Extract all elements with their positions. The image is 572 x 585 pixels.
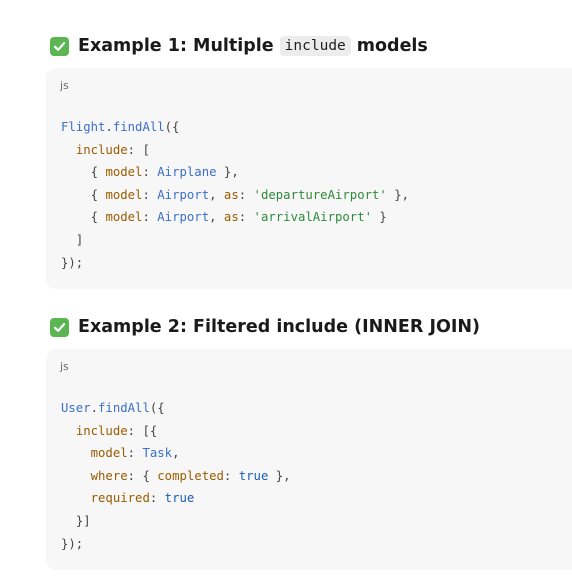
example-1-heading: Example 1: Multiple include models: [46, 32, 572, 60]
code-block[interactable]: js Flight.findAll({ include: [ { model: …: [46, 68, 572, 289]
code-block[interactable]: js User.findAll({ include: [{ model: Tas…: [46, 349, 572, 570]
code-language-label: js: [60, 79, 69, 92]
example-2-section: Example 2: Filtered include (INNER JOIN): [46, 313, 572, 341]
example-2-heading: Example 2: Filtered include (INNER JOIN): [46, 313, 572, 341]
example-1-section: Example 1: Multiple include models: [46, 32, 572, 60]
code-language-label: js: [60, 360, 69, 373]
code-content[interactable]: Flight.findAll({ include: [ { model: Air…: [61, 116, 409, 274]
example-1-code-section: js Flight.findAll({ include: [ { model: …: [46, 68, 572, 289]
heading-text-suffix: models: [356, 36, 428, 56]
heading-inline-code: include: [279, 36, 351, 56]
check-box-icon: [50, 36, 69, 56]
example-2-code-section: js User.findAll({ include: [{ model: Tas…: [46, 349, 572, 570]
check-box-icon: [50, 317, 69, 337]
heading-text-prefix: Example 1: Multiple: [78, 36, 274, 56]
heading-text: Example 2: Filtered include (INNER JOIN): [78, 317, 480, 337]
code-content[interactable]: User.findAll({ include: [{ model: Task, …: [61, 397, 291, 555]
